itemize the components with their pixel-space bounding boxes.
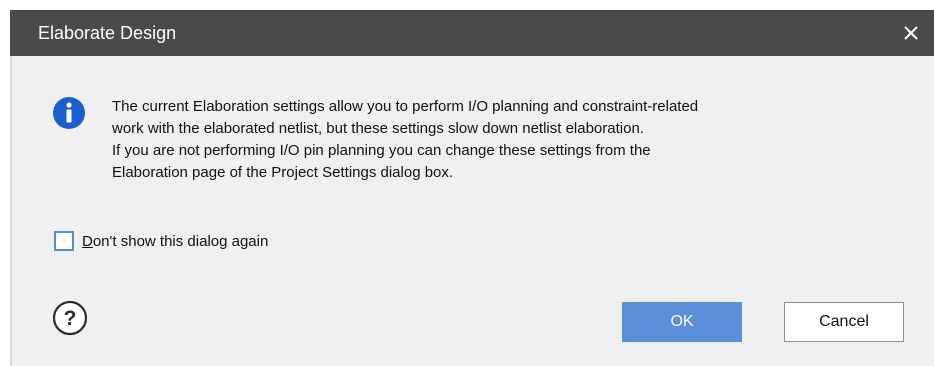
svg-text:?: ? <box>64 307 77 330</box>
message-line: The current Elaboration settings allow y… <box>112 98 699 115</box>
dont-show-again-label[interactable]: Don't show this dialog again <box>82 233 268 250</box>
message-text: The current Elaboration settings allow y… <box>112 96 912 184</box>
message-line: work with the elaborated netlist, but th… <box>112 120 644 137</box>
message-line: If you are not performing I/O pin planni… <box>112 142 651 159</box>
help-icon[interactable]: ? <box>52 300 88 336</box>
dont-show-again-checkbox[interactable] <box>54 231 74 251</box>
dialog-title: Elaborate Design <box>38 23 177 43</box>
cancel-button[interactable]: Cancel <box>784 302 904 342</box>
title-bar[interactable]: Elaborate Design <box>10 10 934 56</box>
info-icon <box>53 97 85 129</box>
dont-show-again-option[interactable]: Don't show this dialog again <box>54 231 268 251</box>
close-button[interactable] <box>888 10 934 56</box>
dialog-body: The current Elaboration settings allow y… <box>10 56 934 366</box>
elaborate-design-dialog: Elaborate Design The current Elaboration… <box>10 10 934 366</box>
ok-button[interactable]: OK <box>622 302 742 342</box>
message-line: Elaboration page of the Project Settings… <box>112 164 454 181</box>
mnemonic-letter: D <box>82 232 93 250</box>
label-rest: on't show this dialog again <box>92 232 269 250</box>
close-icon <box>904 26 918 40</box>
